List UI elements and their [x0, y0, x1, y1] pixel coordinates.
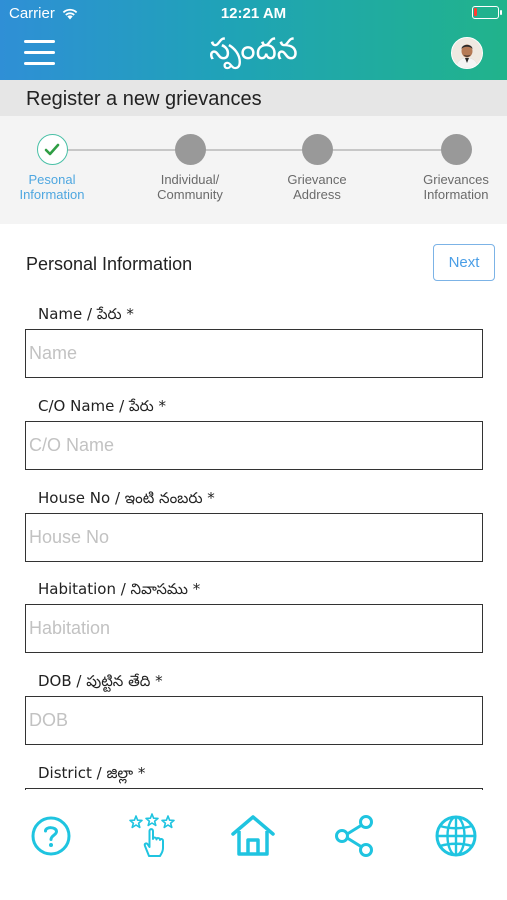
step-label: Grievance Address: [287, 172, 347, 202]
checkmark-icon: [44, 143, 60, 156]
step-label: Individual/ Community: [157, 172, 223, 202]
globe-icon: [435, 815, 477, 857]
app-title: స్పందన: [209, 32, 298, 67]
page-title: Register a new grievances: [26, 88, 262, 110]
share-tab[interactable]: [330, 812, 378, 860]
co-name-label: C/O Name / పేరు *: [38, 397, 166, 415]
bottom-tab-bar: [0, 790, 507, 900]
personal-info-form: Name / పేరు * C/O Name / పేరు * House No…: [0, 294, 507, 790]
step-done-indicator: [36, 134, 68, 165]
district-label: District / జిల్లా *: [38, 764, 146, 782]
step-pending-indicator: [174, 134, 206, 165]
language-tab[interactable]: [432, 812, 480, 860]
field-house-no: House No / ఇంటి నంబరు *: [0, 478, 507, 570]
section-title: Personal Information: [26, 254, 193, 274]
habitation-input[interactable]: [25, 604, 483, 653]
step-label: Grievances Information: [423, 172, 489, 202]
home-tab[interactable]: [229, 812, 277, 860]
field-co-name: C/O Name / పేరు *: [0, 386, 507, 478]
step-individual-community[interactable]: Individual/ Community: [135, 134, 245, 202]
step-pending-indicator: [301, 134, 333, 165]
battery-level: [474, 8, 477, 16]
nav-bar: స్పందన: [0, 28, 507, 80]
habitation-label: Habitation / నివాసము *: [38, 580, 201, 598]
name-label: Name / పేరు *: [38, 305, 134, 323]
share-icon: [335, 815, 373, 857]
avatar[interactable]: [451, 37, 483, 69]
help-tab[interactable]: [27, 812, 75, 860]
section-header: Personal Information Next: [0, 224, 507, 294]
page-title-bar: Register a new grievances: [0, 80, 507, 116]
field-habitation: Habitation / నివాసము *: [0, 569, 507, 661]
rate-icon: [129, 813, 175, 857]
field-dob: DOB / పుట్టిన తేది *: [0, 661, 507, 753]
step-pending-indicator: [440, 134, 472, 165]
field-name: Name / పేరు *: [0, 294, 507, 386]
app-header: Carrier 12:21 AM స్పందన: [0, 0, 507, 80]
next-button[interactable]: Next: [433, 244, 495, 281]
name-input[interactable]: [25, 329, 483, 378]
stepper-connector: [52, 149, 456, 151]
dob-label: DOB / పుట్టిన తేది *: [38, 672, 163, 690]
help-icon: [31, 816, 71, 856]
step-grievances-information[interactable]: Grievances Information: [401, 134, 507, 202]
co-name-input[interactable]: [25, 421, 483, 470]
status-time: 12:21 AM: [220, 5, 287, 22]
step-grievance-address[interactable]: Grievance Address: [262, 134, 372, 202]
step-personal-information[interactable]: Pesonal Information: [0, 134, 107, 202]
field-district: District / జిల్లా *: [0, 753, 507, 790]
profile-avatar-icon: [452, 38, 482, 68]
house-no-input[interactable]: [25, 513, 483, 562]
house-no-label: House No / ఇంటి నంబరు *: [38, 489, 215, 507]
battery-icon: [472, 6, 502, 19]
progress-stepper: Pesonal Information Individual/ Communit…: [0, 116, 507, 224]
rate-tab[interactable]: [128, 812, 176, 860]
status-bar: Carrier 12:21 AM: [0, 0, 507, 28]
dob-input[interactable]: [25, 696, 483, 745]
home-icon: [231, 815, 275, 856]
step-label: Pesonal Information: [19, 172, 85, 202]
